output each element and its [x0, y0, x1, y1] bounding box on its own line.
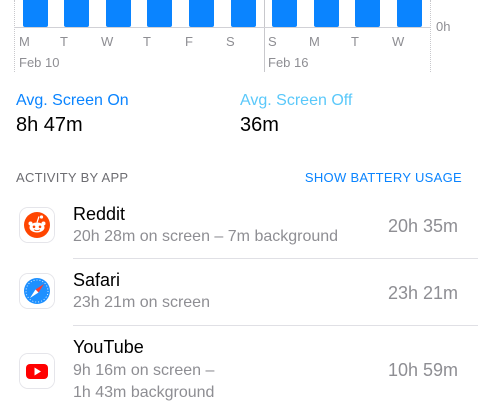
- day-label: S: [226, 34, 235, 49]
- safari-icon: [20, 274, 54, 308]
- day-label: W: [101, 34, 114, 49]
- app-row-reddit[interactable]: Reddit 20h 28m on screen – 7m background…: [0, 195, 478, 258]
- chart-bar[interactable]: [397, 0, 422, 27]
- day-label: T: [351, 34, 359, 49]
- app-usage-detail: 20h 28m on screen – 7m background: [73, 228, 339, 245]
- week-start-label: Feb 16: [268, 55, 309, 70]
- youtube-icon: [20, 354, 54, 388]
- avg-screen-on-value: 8h 47m: [16, 114, 83, 136]
- chart-bar[interactable]: [106, 0, 131, 27]
- week-separator-line: [264, 0, 265, 72]
- chart-gridline: [14, 0, 15, 72]
- chart-bar[interactable]: [147, 0, 172, 27]
- app-name: Safari: [73, 270, 121, 290]
- app-usage-detail: 23h 21m on screen: [73, 294, 210, 311]
- chart-gridline: [430, 0, 431, 72]
- app-usage-total: 23h 21m: [387, 283, 458, 303]
- day-label: M: [309, 34, 320, 49]
- app-usage-total: 10h 59m: [387, 360, 458, 380]
- avg-screen-off-title: Avg. Screen Off: [240, 92, 353, 109]
- day-label: W: [392, 34, 405, 49]
- chart-bar[interactable]: [231, 0, 256, 27]
- show-battery-usage-button[interactable]: SHOW BATTERY USAGE: [305, 170, 462, 185]
- app-name: YouTube: [73, 337, 144, 357]
- reddit-icon: [20, 208, 54, 242]
- day-label: F: [185, 34, 193, 49]
- avg-screen-on-title: Avg. Screen On: [16, 92, 129, 109]
- chart-bar[interactable]: [23, 0, 48, 27]
- chart-bar[interactable]: [314, 0, 339, 27]
- day-label: M: [19, 34, 30, 49]
- usage-chart[interactable]: 0h M T W T F S S M T W Feb 10 Feb 16: [0, 0, 478, 80]
- chart-bar[interactable]: [355, 0, 380, 27]
- activity-by-app-header: ACTIVITY BY APP: [16, 170, 129, 185]
- chart-bar[interactable]: [272, 0, 297, 27]
- app-usage-detail: 9h 16m on screen –: [73, 362, 215, 379]
- day-label: S: [268, 34, 277, 49]
- app-row-youtube[interactable]: YouTube 9h 16m on screen – 1h 43m backgr…: [0, 326, 478, 412]
- app-row-safari[interactable]: Safari 23h 21m on screen 23h 21m: [0, 259, 478, 325]
- day-label: T: [143, 34, 151, 49]
- day-label: T: [60, 34, 68, 49]
- app-usage-total: 20h 35m: [387, 216, 458, 236]
- chart-baseline: [14, 27, 430, 28]
- chart-bar[interactable]: [189, 0, 214, 27]
- app-name: Reddit: [73, 204, 126, 224]
- week-start-label: Feb 10: [19, 55, 60, 70]
- battery-activity-page: 0h M T W T F S S M T W Feb 10 Feb 16 Avg…: [0, 0, 478, 412]
- app-usage-detail: 1h 43m background: [73, 384, 215, 401]
- avg-screen-off-value: 36m: [240, 114, 279, 136]
- axis-zero-label: 0h: [436, 19, 451, 34]
- chart-bar[interactable]: [64, 0, 89, 27]
